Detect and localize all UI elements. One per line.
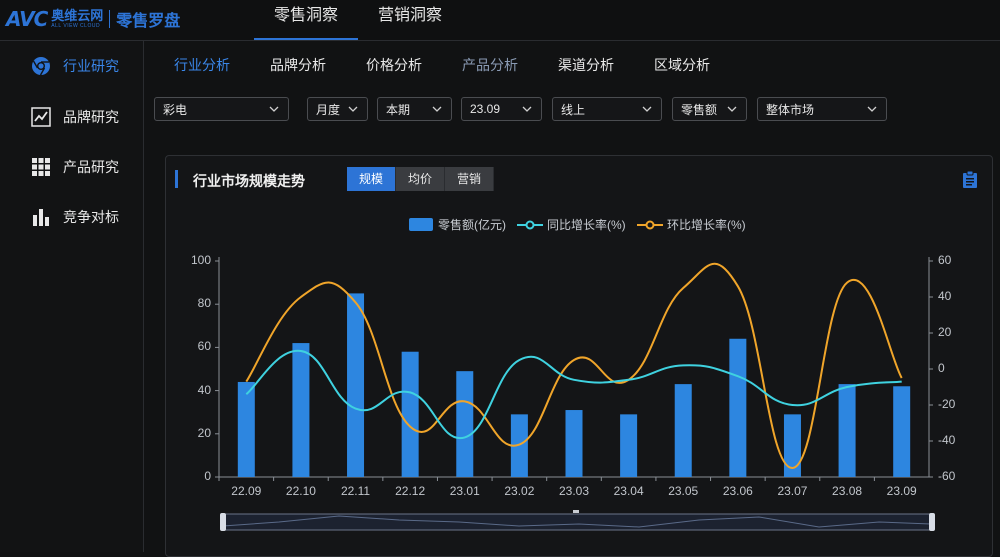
legend-swatch-line [517, 220, 543, 230]
trend-chart-icon [31, 107, 51, 127]
y-right-tick-label: 60 [938, 253, 951, 267]
legend-swatch-line [637, 220, 663, 230]
logo-company-en: ALL VIEW CLOUD [51, 24, 103, 29]
sidebar-item-label: 行业研究 [63, 56, 119, 76]
sidebar-item-industry[interactable]: 行业研究 [0, 51, 143, 81]
y-left-tick-label: 100 [191, 253, 211, 267]
chevron-down-icon [268, 103, 280, 115]
sidebar-item-competition[interactable]: 竞争对标 [0, 202, 143, 232]
grid-icon [31, 157, 51, 177]
tab-product-analysis[interactable]: 产品分析 [462, 55, 518, 75]
view-toggle: 规模 均价 营销 [347, 167, 494, 191]
y-left-tick-label: 0 [204, 469, 211, 483]
sidebar-item-label: 品牌研究 [63, 107, 119, 127]
x-tick-label: 23.01 [435, 484, 495, 498]
y-left-tick-label: 60 [198, 339, 211, 353]
x-tick-label: 22.09 [216, 484, 276, 498]
y-left-tick-label: 80 [198, 296, 211, 310]
chrome-like-icon [31, 56, 51, 76]
x-tick-label: 22.11 [326, 484, 386, 498]
legend-yoy[interactable]: 同比增长率(%) [517, 216, 626, 233]
top-bar: AVC 奥维云网 ALL VIEW CLOUD 零售罗盘 零售洞察 营销洞察 [0, 0, 1000, 41]
metric-select-value: 零售额 [681, 101, 726, 118]
logo-company: 奥维云网 ALL VIEW CLOUD [51, 9, 103, 29]
x-tick-label: 22.12 [380, 484, 440, 498]
tab-brand-analysis[interactable]: 品牌分析 [270, 55, 326, 75]
logo-mark: AVC [6, 7, 47, 31]
tab-price-analysis[interactable]: 价格分析 [366, 55, 422, 75]
legend-label: 零售额(亿元) [438, 216, 506, 233]
tab-industry-analysis[interactable]: 行业分析 [174, 55, 230, 75]
period-type-select[interactable]: 月度 [307, 97, 368, 121]
y-right-tick-label: 40 [938, 289, 951, 303]
channel-select-value: 线上 [561, 101, 641, 118]
x-tick-label: 23.04 [599, 484, 659, 498]
chevron-down-icon [347, 103, 359, 115]
month-select-value: 23.09 [470, 102, 521, 116]
sidebar: 行业研究 品牌研究 产品研究 竞争对标 [0, 41, 144, 552]
y-left-tick-label: 40 [198, 383, 211, 397]
period-type-select-value: 月度 [316, 101, 347, 118]
sidebar-item-brand[interactable]: 品牌研究 [0, 102, 143, 132]
x-tick-label: 23.03 [544, 484, 604, 498]
y-right-tick-label: -20 [938, 397, 955, 411]
x-tick-label: 23.09 [872, 484, 932, 498]
y-left-tick-label: 20 [198, 426, 211, 440]
tab-region-analysis[interactable]: 区域分析 [654, 55, 710, 75]
top-nav: 零售洞察 营销洞察 [254, 0, 462, 40]
y-right-tick-label: -60 [938, 469, 955, 483]
y-right-tick-label: 20 [938, 325, 951, 339]
channel-select[interactable]: 线上 [552, 97, 662, 121]
tab-channel-analysis[interactable]: 渠道分析 [558, 55, 614, 75]
sidebar-item-label: 产品研究 [63, 157, 119, 177]
marketing-button[interactable]: 营销 [445, 167, 494, 191]
x-tick-label: 22.10 [271, 484, 331, 498]
chevron-down-icon [431, 103, 443, 115]
y-right-tick-label: -40 [938, 433, 955, 447]
x-tick-label: 23.05 [653, 484, 713, 498]
chevron-down-icon [521, 103, 533, 115]
metric-select[interactable]: 零售额 [672, 97, 747, 121]
y-right-tick-label: 0 [938, 361, 945, 375]
x-tick-label: 23.02 [489, 484, 549, 498]
month-select[interactable]: 23.09 [461, 97, 542, 121]
panel-title-accent [175, 170, 178, 188]
category-select-value: 彩电 [163, 101, 268, 118]
analysis-tabs: 行业分析 品牌分析 价格分析 产品分析 渠道分析 区域分析 [144, 41, 1000, 85]
x-tick-label: 23.07 [762, 484, 822, 498]
period-select-value: 本期 [386, 101, 431, 118]
category-select[interactable]: 彩电 [154, 97, 289, 121]
topnav-marketing-insight[interactable]: 营销洞察 [358, 0, 462, 40]
avg-price-button[interactable]: 均价 [396, 167, 445, 191]
chevron-down-icon [866, 103, 878, 115]
market-select-value: 整体市场 [766, 101, 866, 118]
legend-swatch-bar [409, 218, 433, 231]
zoom-handle-right[interactable] [929, 513, 935, 531]
logo-product: 零售罗盘 [116, 7, 180, 31]
legend-label: 环比增长率(%) [667, 216, 746, 233]
legend-mom[interactable]: 环比增长率(%) [637, 216, 746, 233]
sidebar-item-product[interactable]: 产品研究 [0, 152, 143, 182]
logo: AVC 奥维云网 ALL VIEW CLOUD 零售罗盘 [6, 6, 180, 32]
legend-label: 同比增长率(%) [547, 216, 626, 233]
bar-chart-icon [31, 207, 51, 227]
legend-sales[interactable]: 零售额(亿元) [409, 216, 506, 233]
period-select[interactable]: 本期 [377, 97, 452, 121]
x-tick-label: 23.08 [817, 484, 877, 498]
topnav-retail-insight[interactable]: 零售洞察 [254, 0, 358, 40]
scale-button[interactable]: 规模 [347, 167, 396, 191]
sidebar-item-label: 竞争对标 [63, 207, 119, 227]
zoom-handle-left[interactable] [220, 513, 226, 531]
x-tick-label: 23.06 [708, 484, 768, 498]
market-select[interactable]: 整体市场 [757, 97, 887, 121]
logo-company-cn: 奥维云网 [51, 9, 103, 22]
clipboard-icon[interactable] [962, 170, 978, 188]
logo-divider [109, 10, 110, 28]
panel-title: 行业市场规模走势 [193, 171, 305, 191]
chevron-down-icon [641, 103, 653, 115]
zoom-grip[interactable] [573, 510, 579, 513]
zoom-slider[interactable] [219, 510, 939, 532]
chevron-down-icon [726, 103, 738, 115]
